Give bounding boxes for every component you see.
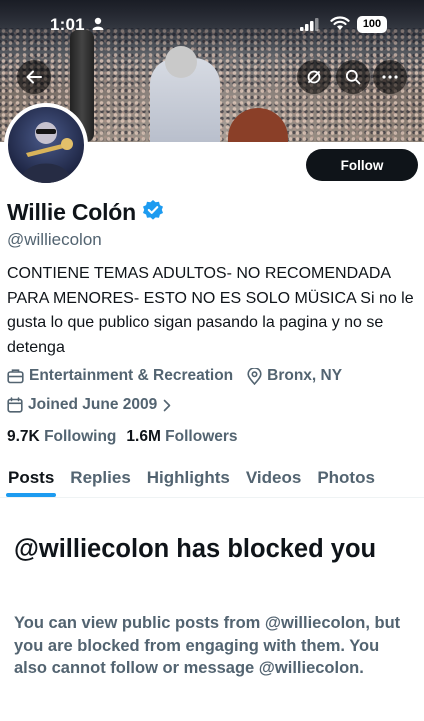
following-count: 9.7K — [7, 428, 40, 445]
status-bar: 1:01 100 — [0, 0, 424, 44]
blocked-title: @williecolon has blocked you — [14, 535, 377, 563]
tab-videos[interactable]: Videos — [238, 458, 309, 497]
follow-button[interactable]: Follow — [306, 149, 418, 181]
follow-counts: 9.7K Following 1.6M Followers — [7, 428, 248, 446]
banner-performer-head — [165, 46, 197, 78]
category-item: Entertainment & Recreation — [7, 367, 233, 385]
followers-label: Followers — [165, 428, 238, 445]
profile-meta-row: Entertainment & Recreation Bronx, NY — [7, 367, 356, 385]
person-icon — [92, 17, 104, 35]
category-label: Entertainment & Recreation — [29, 367, 234, 384]
calendar-icon — [7, 397, 23, 413]
tab-highlights[interactable]: Highlights — [139, 458, 238, 497]
joined-label: Joined June 2009 — [28, 396, 158, 413]
battery-icon: 100 — [357, 16, 387, 33]
grok-button[interactable] — [297, 60, 331, 94]
profile-tabs: Posts Replies Highlights Videos Photos — [0, 458, 424, 498]
back-arrow-icon — [26, 70, 42, 84]
following-link[interactable]: 9.7K Following — [7, 428, 116, 446]
more-button[interactable] — [373, 60, 407, 94]
status-time: 1:01 — [50, 15, 85, 34]
briefcase-icon — [7, 369, 24, 384]
verified-badge-icon[interactable] — [142, 199, 164, 226]
location-label: Bronx, NY — [267, 367, 343, 384]
location-pin-icon — [247, 367, 262, 385]
tab-replies[interactable]: Replies — [62, 458, 138, 497]
tab-posts[interactable]: Posts — [0, 458, 62, 497]
search-button[interactable] — [336, 60, 370, 94]
joined-row[interactable]: Joined June 2009 — [7, 396, 190, 414]
signal-icon — [300, 18, 320, 36]
avatar-image — [20, 122, 73, 183]
following-label: Following — [44, 428, 117, 445]
followers-count: 1.6M — [126, 428, 161, 445]
joined-item[interactable]: Joined June 2009 — [7, 396, 176, 414]
wifi-icon — [330, 16, 350, 36]
chevron-right-icon — [163, 399, 171, 411]
more-icon — [382, 75, 398, 79]
location-item: Bronx, NY — [247, 367, 342, 385]
grok-icon — [307, 70, 321, 84]
tab-photos[interactable]: Photos — [309, 458, 383, 497]
display-name: Willie Colón — [7, 199, 136, 225]
name-row: Willie Colón — [7, 199, 164, 226]
profile-handle: @williecolon — [7, 230, 102, 249]
blocked-message: You can view public posts from @willieco… — [14, 614, 401, 677]
profile-bio: CONTIENE TEMAS ADULTOS- NO RECOMENDADA P… — [7, 265, 414, 356]
followers-link[interactable]: 1.6M Followers — [126, 428, 237, 446]
back-button[interactable] — [17, 60, 51, 94]
avatar[interactable] — [4, 103, 88, 187]
search-icon — [345, 69, 361, 85]
